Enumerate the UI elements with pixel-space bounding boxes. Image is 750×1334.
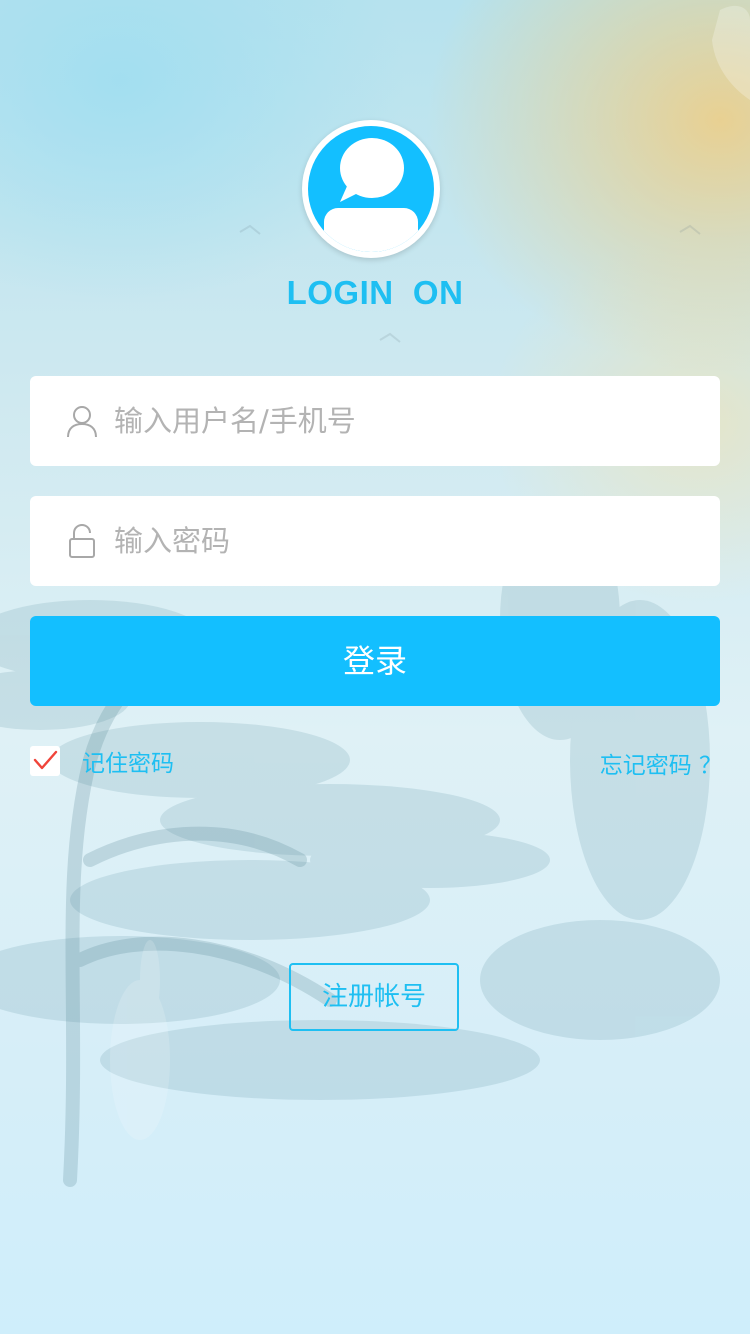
forgot-password-link[interactable]: 忘记密码 ？	[600, 746, 722, 780]
password-field[interactable]	[30, 496, 720, 586]
page-title: LOGIN ON	[286, 274, 464, 311]
check-icon	[33, 750, 58, 770]
register-button[interactable]: 注册帐号	[289, 963, 459, 1031]
user-chat-avatar-icon	[308, 126, 434, 252]
username-field[interactable]	[30, 376, 720, 466]
lock-icon	[69, 523, 95, 558]
remember-checkbox[interactable]	[30, 746, 60, 776]
remember-label[interactable]: 记住密码	[82, 744, 174, 778]
login-button[interactable]: 登录	[30, 616, 720, 706]
avatar	[302, 120, 440, 258]
username-input[interactable]	[114, 376, 694, 466]
password-input[interactable]	[114, 496, 694, 586]
remember-password[interactable]: 记住密码	[30, 744, 174, 778]
user-icon	[67, 406, 97, 438]
